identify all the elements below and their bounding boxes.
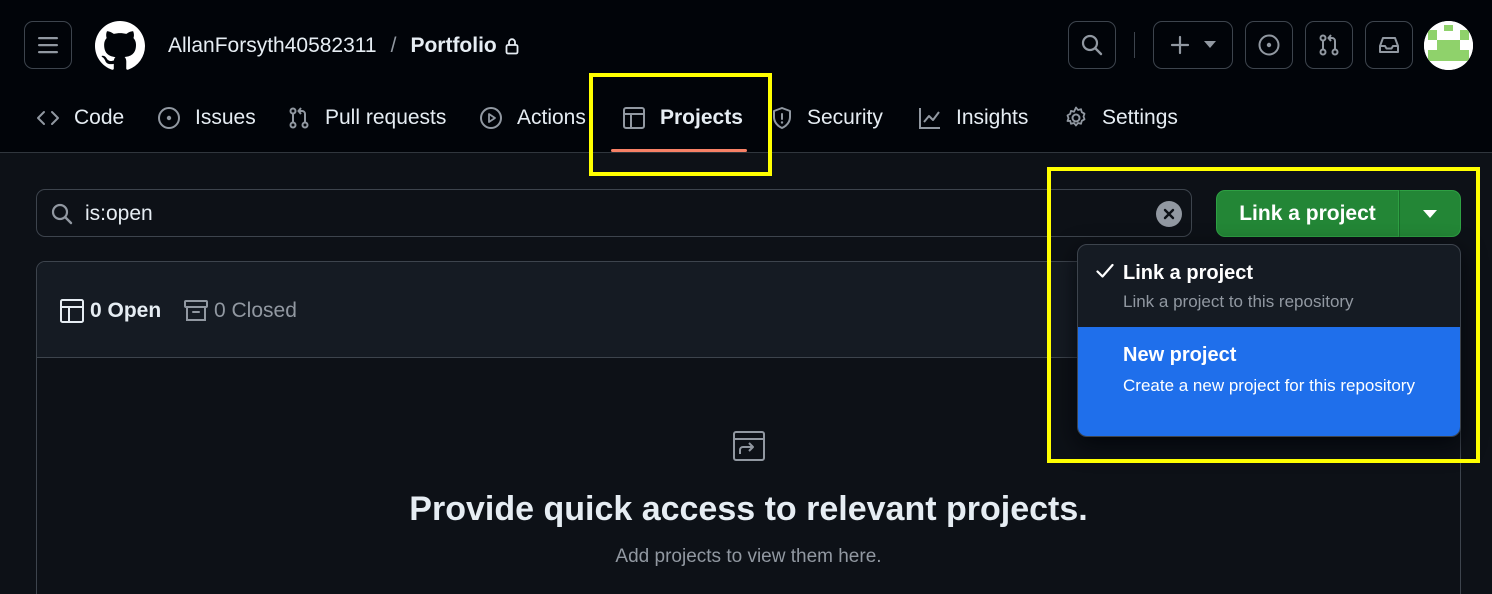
pull-requests-button[interactable] xyxy=(1305,21,1353,69)
graph-icon xyxy=(919,108,940,129)
issue-opened-icon xyxy=(158,107,180,129)
search-icon xyxy=(1081,34,1103,56)
tab-code-label: Code xyxy=(74,106,125,129)
tab-issues[interactable]: Issues xyxy=(157,100,256,136)
projects-search-input[interactable]: is:open xyxy=(36,189,1192,237)
table-icon xyxy=(60,299,84,323)
tab-insights-label: Insights xyxy=(956,106,1029,129)
repo-name-link[interactable]: Portfolio xyxy=(410,34,496,58)
tab-security-label: Security xyxy=(807,106,883,129)
lock-icon xyxy=(505,38,519,55)
closed-count-label: 0 Closed xyxy=(214,299,297,322)
git-pull-request-icon xyxy=(1319,34,1339,56)
tab-settings-label: Settings xyxy=(1102,106,1178,129)
triangle-down-icon xyxy=(1204,41,1216,48)
issues-button[interactable] xyxy=(1245,21,1293,69)
play-icon xyxy=(480,107,502,129)
blank-state-subtitle: Add projects to view them here. xyxy=(615,546,882,567)
tab-settings[interactable]: Settings xyxy=(1064,100,1178,136)
archive-icon xyxy=(184,300,208,321)
code-icon xyxy=(37,111,59,125)
hamburger-icon xyxy=(38,37,58,54)
identicon-avatar xyxy=(1424,21,1473,70)
tab-actions[interactable]: Actions xyxy=(479,100,586,136)
open-projects-filter[interactable]: 0 Open xyxy=(60,298,161,324)
git-pull-request-icon xyxy=(289,107,309,129)
search-input-value[interactable]: is:open xyxy=(85,202,153,226)
breadcrumb: AllanForsyth40582311 / Portfolio xyxy=(168,32,519,60)
tab-issues-label: Issues xyxy=(195,106,256,129)
issue-opened-icon xyxy=(1258,34,1280,56)
blank-state-title: Provide quick access to relevant project… xyxy=(409,490,1088,528)
annotation-highlight-link-menu xyxy=(1047,167,1480,463)
inbox-icon xyxy=(1379,37,1399,53)
project-symlink-icon xyxy=(733,431,765,461)
tab-security[interactable]: Security xyxy=(771,100,883,136)
annotation-highlight-projects-tab xyxy=(589,73,772,176)
inbox-button[interactable] xyxy=(1365,21,1413,69)
search-button[interactable] xyxy=(1068,21,1116,69)
github-logo-icon[interactable] xyxy=(95,21,145,71)
search-icon xyxy=(51,203,73,225)
hamburger-menu-button[interactable] xyxy=(24,21,72,69)
open-count-label: 0 Open xyxy=(90,299,162,322)
header-divider xyxy=(1134,32,1135,58)
shield-icon xyxy=(773,107,791,129)
gear-icon xyxy=(1066,106,1086,127)
breadcrumb-separator: / xyxy=(390,34,397,57)
tab-insights[interactable]: Insights xyxy=(918,100,1028,136)
tab-code[interactable]: Code xyxy=(36,100,124,136)
tab-pull-requests-label: Pull requests xyxy=(325,106,447,129)
tab-actions-label: Actions xyxy=(517,106,586,129)
tab-pull-requests[interactable]: Pull requests xyxy=(287,100,446,136)
user-avatar[interactable] xyxy=(1424,21,1473,70)
repo-owner-link[interactable]: AllanForsyth40582311 xyxy=(168,34,377,58)
create-new-button[interactable] xyxy=(1153,21,1233,69)
plus-icon xyxy=(1170,35,1190,55)
closed-projects-filter[interactable]: 0 Closed xyxy=(184,298,297,324)
